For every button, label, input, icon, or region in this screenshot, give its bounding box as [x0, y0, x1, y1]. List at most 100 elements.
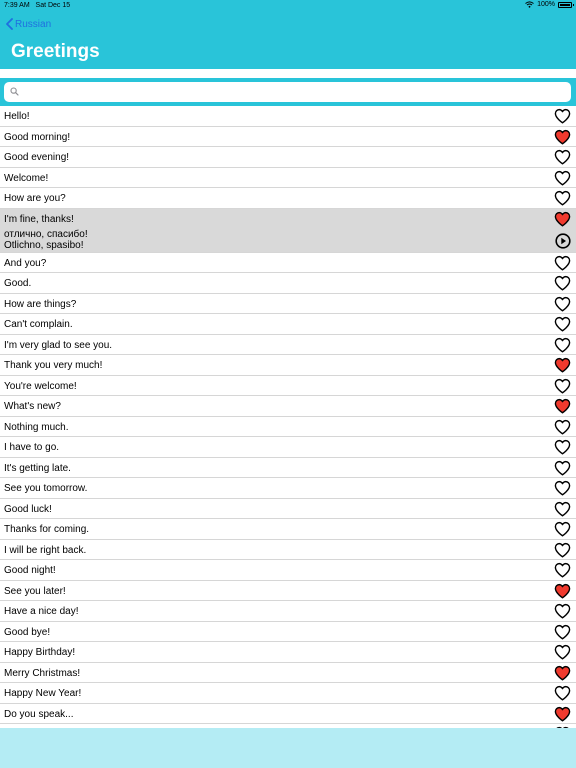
phrase-row[interactable]: See you later! — [0, 580, 576, 601]
phrase-row[interactable]: Happy Birthday! — [0, 642, 576, 663]
phrase-row[interactable]: Good. — [0, 273, 576, 294]
heart-outline-icon[interactable] — [554, 275, 571, 291]
phrase-text: Can't complain. — [4, 319, 73, 330]
heart-outline-icon[interactable] — [554, 296, 571, 312]
bottom-panel — [0, 728, 576, 768]
phrase-row[interactable]: See you tomorrow. — [0, 478, 576, 499]
heart-filled-icon[interactable] — [554, 706, 571, 722]
phrase-text: Good morning! — [4, 131, 71, 143]
phrase-text: I'm very glad to see you. — [4, 339, 113, 351]
phrase-row[interactable]: And you? — [0, 252, 576, 273]
play-audio-icon[interactable] — [555, 232, 571, 249]
battery-percent: 100% — [537, 1, 555, 8]
phrase-row[interactable]: Thank you very much! — [0, 355, 576, 376]
phrase-row[interactable]: Can't complain. — [0, 314, 576, 335]
phrase-text: I have to go. — [4, 442, 60, 453]
status-time: 7:39 AM Sat Dec 15 — [4, 2, 70, 9]
phrase-row[interactable]: Merry Christmas! — [0, 662, 576, 683]
heart-outline-icon[interactable] — [554, 460, 571, 476]
phrase-text: How are you? — [4, 193, 66, 204]
phrase-text: Good evening! — [4, 152, 70, 163]
heart-outline-icon[interactable] — [554, 521, 571, 537]
phrase-row[interactable]: Do you speak... — [0, 703, 576, 724]
phrase-row[interactable]: Welcome! — [0, 167, 576, 188]
heart-filled-icon[interactable] — [554, 398, 571, 414]
phrase-row[interactable]: Hello! — [0, 106, 576, 127]
phrase-text: I'm fine, thanks! — [4, 213, 74, 225]
status-date: Sat Dec 15 — [35, 2, 71, 9]
status-right: 100% — [525, 1, 574, 8]
phrase-text: Welcome! — [4, 172, 49, 184]
search-bar — [0, 78, 576, 106]
phrase-row[interactable]: What's new? — [0, 396, 576, 417]
translation-block: отлично, спасибо! Otlichno, spasibo! — [4, 229, 88, 251]
phrase-row[interactable]: Good luck! — [0, 498, 576, 519]
heart-outline-icon[interactable] — [554, 644, 571, 660]
phrase-text: What's new? — [4, 401, 61, 412]
phrase-row[interactable]: Thanks for coming. — [0, 519, 576, 540]
phrase-text: I will be right back. — [4, 544, 87, 556]
phrase-text: Have a nice day! — [4, 606, 79, 617]
heart-outline-icon[interactable] — [554, 170, 571, 186]
search-input[interactable] — [22, 84, 566, 102]
heart-outline-icon[interactable] — [554, 439, 571, 455]
phrase-text: How are things? — [4, 298, 77, 310]
phrase-row[interactable]: How are things? — [0, 293, 576, 314]
heart-filled-icon[interactable] — [554, 129, 571, 145]
phrase-row[interactable]: I will be right back. — [0, 539, 576, 560]
phrase-row[interactable]: Good evening! — [0, 147, 576, 168]
phrase-text: Happy Birthday! — [4, 647, 76, 658]
heart-filled-icon[interactable] — [554, 211, 571, 227]
back-button[interactable]: Russian — [6, 18, 51, 30]
heart-outline-icon[interactable] — [554, 419, 571, 435]
heart-outline-icon[interactable] — [554, 337, 571, 353]
phrase-row[interactable]: Good night! — [0, 560, 576, 581]
heart-outline-icon[interactable] — [554, 108, 571, 124]
phrase-text: See you tomorrow. — [4, 483, 88, 494]
phrase-text: Do you speak... — [4, 708, 74, 720]
phrase-text: Thank you very much! — [4, 360, 103, 371]
heart-filled-icon[interactable] — [554, 665, 571, 681]
phrase-row[interactable]: How are you? — [0, 188, 576, 209]
heart-outline-icon[interactable] — [554, 316, 571, 332]
phrase-text: And you? — [4, 257, 47, 269]
phrase-row[interactable]: I'm very glad to see you. — [0, 334, 576, 355]
heart-filled-icon[interactable] — [554, 583, 571, 599]
phrase-text: Good night! — [4, 565, 56, 576]
phrase-row[interactable]: I'm fine, thanks! отлично, спасибо! Otlic… — [0, 208, 576, 253]
phrase-row[interactable]: I have to go. — [0, 437, 576, 458]
chevron-left-icon — [6, 18, 13, 30]
heart-outline-icon[interactable] — [554, 378, 571, 394]
heart-outline-icon[interactable] — [554, 480, 571, 496]
phrase-list: Hello! Good morning! Good evening! Welco… — [0, 106, 576, 745]
status-bar: 7:39 AM Sat Dec 15 100% — [0, 0, 576, 12]
heart-outline-icon[interactable] — [554, 542, 571, 558]
phrase-text: Merry Christmas! — [4, 667, 81, 679]
heart-outline-icon[interactable] — [554, 149, 571, 165]
search-field[interactable] — [4, 82, 571, 102]
heart-outline-icon[interactable] — [554, 562, 571, 578]
wifi-icon — [525, 1, 534, 8]
phrase-row[interactable]: Good morning! — [0, 126, 576, 147]
phrase-row[interactable]: Good bye! — [0, 621, 576, 642]
search-icon — [10, 87, 19, 96]
phrase-row[interactable]: Happy New Year! — [0, 683, 576, 704]
heart-outline-icon[interactable] — [554, 190, 571, 206]
transliteration-text: Otlichno, spasibo! — [4, 239, 84, 251]
phrase-row[interactable]: It's getting late. — [0, 457, 576, 478]
heart-outline-icon[interactable] — [554, 603, 571, 619]
phrase-text: Good bye! — [4, 626, 51, 638]
heart-outline-icon[interactable] — [554, 255, 571, 271]
heart-outline-icon[interactable] — [554, 624, 571, 640]
phrase-row[interactable]: You're welcome! — [0, 375, 576, 396]
phrase-text: You're welcome! — [4, 380, 77, 392]
heart-outline-icon[interactable] — [554, 685, 571, 701]
phrase-text: Happy New Year! — [4, 688, 82, 699]
heart-outline-icon[interactable] — [554, 501, 571, 517]
status-time-text: 7:39 AM — [4, 2, 30, 9]
phrase-row[interactable]: Have a nice day! — [0, 601, 576, 622]
phrase-row[interactable]: Nothing much. — [0, 416, 576, 437]
battery-icon — [558, 1, 574, 8]
heart-filled-icon[interactable] — [554, 357, 571, 373]
back-label: Russian — [15, 18, 52, 30]
